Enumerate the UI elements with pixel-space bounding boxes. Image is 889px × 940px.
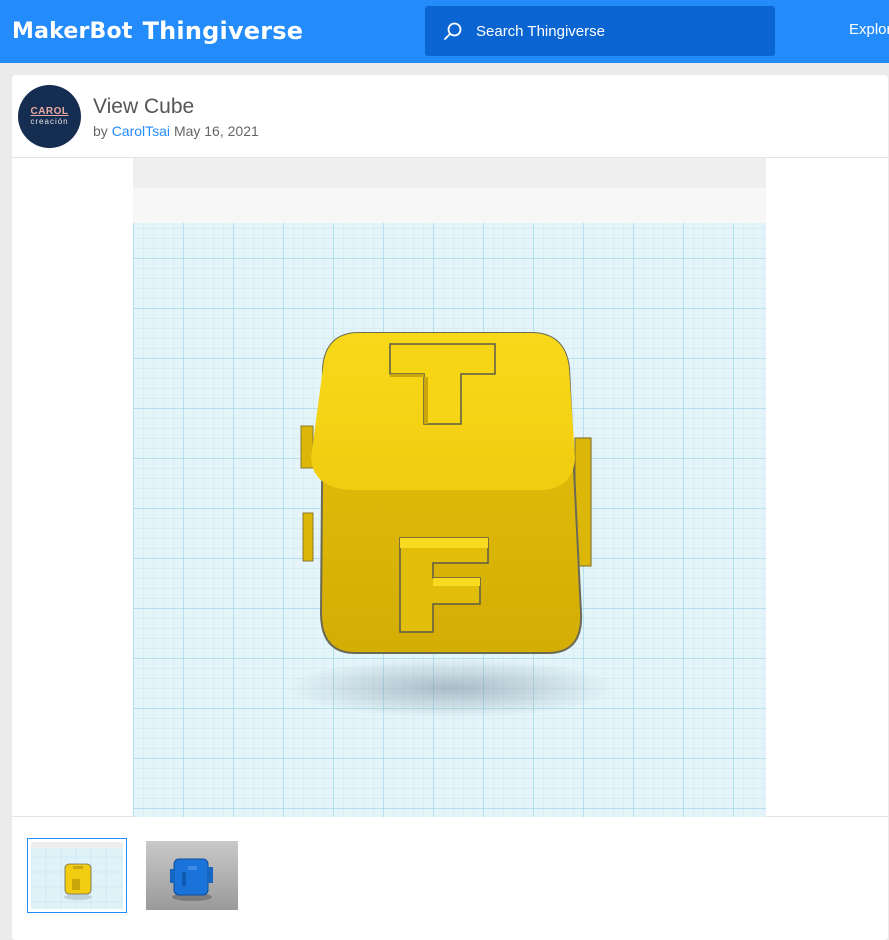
thumbnail-blue-view-cube[interactable] <box>146 841 238 910</box>
by-label: by <box>93 123 108 139</box>
thumbnail-yellow-view-cube[interactable] <box>27 838 127 913</box>
brand-name: MakerBot <box>12 18 133 44</box>
avatar-text-line1: CAROL <box>30 106 69 117</box>
thing-byline: by CarolTsai May 16, 2021 <box>93 123 259 139</box>
thing-card: CAROL creación View Cube by CarolTsai Ma… <box>12 75 888 940</box>
publish-date: May 16, 2021 <box>173 123 259 139</box>
search-icon <box>443 21 463 41</box>
main-thing-image[interactable] <box>133 158 766 817</box>
avatar-text-line2: creación <box>30 117 69 126</box>
product-name: Thingiverse <box>142 17 304 45</box>
thing-title: View Cube <box>93 95 195 118</box>
top-navigation-bar: MakerBot Thingiverse Search Thingiverse … <box>0 0 889 63</box>
search-placeholder: Search Thingiverse <box>476 22 605 40</box>
image-viewer <box>12 157 888 817</box>
explore-link[interactable]: Explor <box>849 21 889 38</box>
search-input[interactable]: Search Thingiverse <box>425 6 775 56</box>
makerbot-thingiverse-logo[interactable]: MakerBot Thingiverse <box>12 13 303 49</box>
author-avatar[interactable]: CAROL creación <box>18 85 81 148</box>
author-link[interactable]: CarolTsai <box>112 123 170 139</box>
